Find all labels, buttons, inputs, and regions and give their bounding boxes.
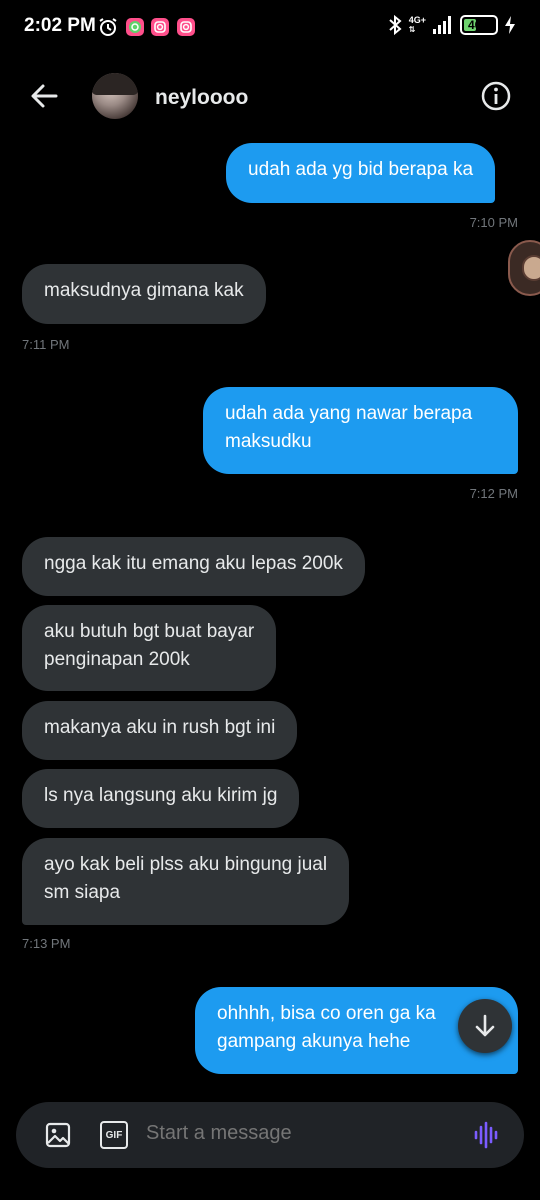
battery-level: 40 — [468, 18, 482, 32]
status-bar: 2:02 PM 4G+ ⇅ 40 — [0, 0, 540, 56]
arrow-left-icon[interactable] — [26, 78, 62, 114]
network-type: 4G+ — [408, 15, 426, 25]
data-arrows-icon: ⇅ — [408, 25, 416, 34]
message-text-line: udah ada yang nawar berapa — [225, 403, 473, 424]
whatsapp-icon — [126, 18, 144, 36]
message-timestamp: 7:10 PM — [469, 215, 518, 230]
message-incoming[interactable]: ngga kak itu emang aku lepas 200k — [22, 537, 365, 596]
message-composer: GIF — [16, 1102, 524, 1168]
conversation-header: neyloooo — [0, 56, 540, 140]
message-text-line: ayo kak beli plss aku bingung jual — [44, 854, 328, 875]
status-time: 2:02 PM — [24, 15, 96, 36]
message-text: ngga kak itu emang aku lepas 200k — [44, 553, 343, 574]
image-icon[interactable] — [44, 1121, 72, 1149]
message-text-line: gampang akunya hehe — [217, 1031, 411, 1052]
message-text: makanya aku in rush bgt ini — [44, 717, 276, 738]
charging-icon — [505, 16, 515, 34]
message-outgoing[interactable]: udah ada yang nawar berapa maksudku — [203, 387, 518, 474]
message-text-line: sm siapa — [44, 882, 121, 903]
message-incoming[interactable]: ayo kak beli plss aku bingung jual sm si… — [22, 838, 350, 925]
conversation-username[interactable]: neyloooo — [155, 86, 248, 110]
bluetooth-icon — [389, 14, 402, 36]
gif-button[interactable]: GIF — [100, 1121, 128, 1149]
message-incoming[interactable]: maksudnya gimana kak — [22, 264, 266, 324]
message-text: ls nya langsung aku kirim jg — [44, 785, 278, 806]
instagram-icon — [177, 18, 195, 36]
message-timestamp: 7:13 PM — [22, 936, 71, 951]
message-text-line: maksudku — [225, 431, 312, 452]
scroll-to-bottom-button[interactable] — [458, 999, 512, 1053]
message-text: maksudnya gimana kak — [44, 280, 244, 301]
message-text-line: penginapan 200k — [44, 649, 190, 670]
voice-wave-icon[interactable] — [472, 1121, 500, 1149]
message-outgoing[interactable]: udah ada yg bid berapa ka — [226, 143, 496, 203]
gif-label: GIF — [105, 1129, 123, 1141]
battery-icon: 40 — [460, 15, 498, 35]
message-timestamp: 7:12 PM — [469, 486, 518, 501]
message-text-line: aku butuh bgt buat bayar — [44, 621, 255, 642]
message-timestamp: 7:11 PM — [22, 337, 70, 352]
floating-bubble-widget[interactable] — [508, 240, 540, 296]
info-icon[interactable] — [480, 80, 512, 112]
message-incoming[interactable]: ls nya langsung aku kirim jg — [22, 769, 300, 828]
avatar[interactable] — [92, 73, 138, 119]
alarm-icon — [99, 18, 117, 36]
status-right-group: 4G+ ⇅ 40 — [387, 14, 516, 36]
message-text: udah ada yg bid berapa ka — [248, 159, 474, 180]
message-incoming[interactable]: aku butuh bgt buat bayar penginapan 200k — [22, 605, 277, 691]
message-incoming[interactable]: makanya aku in rush bgt ini — [22, 701, 298, 760]
message-input[interactable] — [146, 1122, 446, 1145]
instagram-icon — [151, 18, 169, 36]
arrow-down-icon — [475, 1014, 495, 1037]
signal-icon — [433, 16, 451, 34]
message-text-line: ohhhh, bisa co oren ga ka — [217, 1003, 436, 1024]
network-indicator: 4G+ ⇅ — [408, 15, 426, 35]
